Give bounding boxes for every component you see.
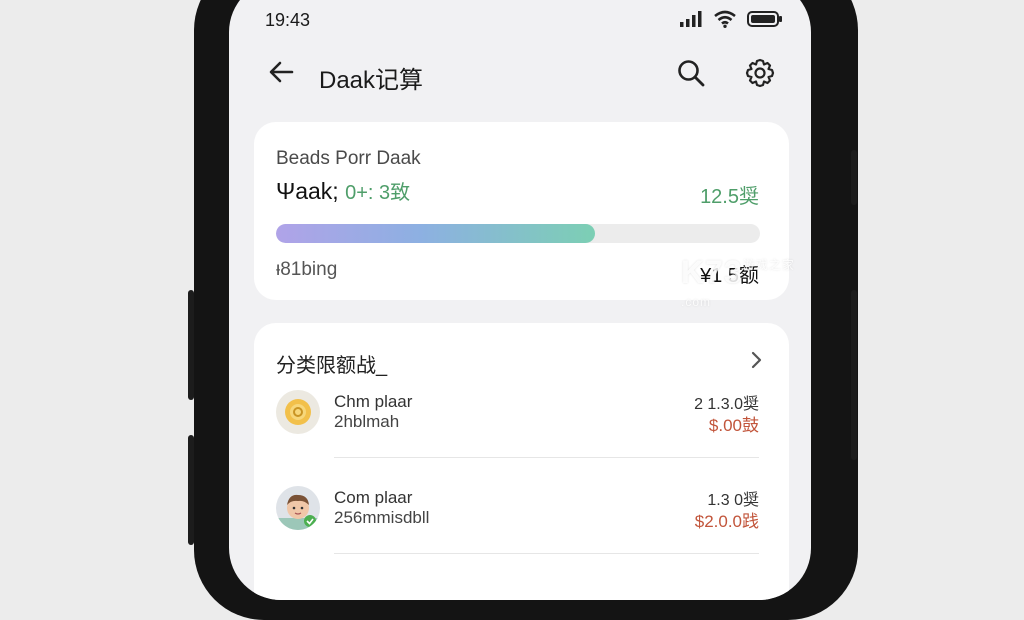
- side-button: [188, 435, 194, 545]
- watermark-text: K73: [681, 254, 743, 290]
- phone-screen: 19:43 Daak记算 Beads Porr Daak Ψaak; 0+: 3…: [229, 0, 811, 600]
- status-time: 19:43: [265, 10, 311, 30]
- category-icon: [276, 390, 320, 434]
- category-name: Com plaar: [334, 488, 413, 507]
- watermark: K73游戏之家 .com: [681, 254, 811, 328]
- category-spent: $2.0.0践: [694, 512, 759, 531]
- budget-label: Beads Porr Daak: [276, 148, 421, 169]
- category-limits-card: 分类限额战_ Chm plaar 2hblmah 2 1.3.0奨 $.00鼓: [254, 323, 789, 600]
- category-row[interactable]: Chm plaar 2hblmah 2 1.3.0奨 $.00鼓: [254, 387, 789, 457]
- gear-icon[interactable]: [745, 58, 775, 88]
- budget-right-value: 12.5奨: [700, 186, 759, 208]
- category-sub: 2hblmah: [334, 412, 400, 431]
- category-sub: 256mmisdbll: [334, 508, 430, 527]
- budget-progress-fill: [276, 224, 596, 243]
- back-arrow-icon[interactable]: [267, 58, 295, 86]
- budget-amount-accent: 0+: 3致: [345, 182, 411, 204]
- side-button: [188, 290, 194, 400]
- row-divider: [334, 553, 759, 554]
- category-name: Chm plaar: [334, 392, 413, 411]
- page-title: Daak记算: [319, 67, 424, 94]
- side-button: [851, 290, 857, 460]
- search-icon[interactable]: [676, 58, 706, 88]
- side-button: [851, 150, 857, 205]
- battery-icon: [747, 11, 782, 27]
- avatar: [276, 486, 320, 530]
- category-card-title: 分类限额战_: [276, 355, 388, 377]
- category-row[interactable]: Com plaar 256mmisdbll 1.3 0奨 $2.0.0践: [254, 483, 789, 553]
- category-spent: $.00鼓: [708, 416, 759, 435]
- budget-footer-label: ᵻ81bing: [276, 259, 338, 280]
- status-icons: [679, 10, 783, 28]
- row-divider: [334, 457, 759, 458]
- wifi-icon: [714, 10, 736, 28]
- budget-amount-main: Ψaak;: [276, 178, 339, 204]
- budget-progress-bar: [276, 224, 760, 243]
- signal-icon: [680, 11, 702, 27]
- budget-amount: Ψaak; 0+: 3致: [276, 176, 410, 205]
- chevron-right-icon[interactable]: [747, 349, 765, 371]
